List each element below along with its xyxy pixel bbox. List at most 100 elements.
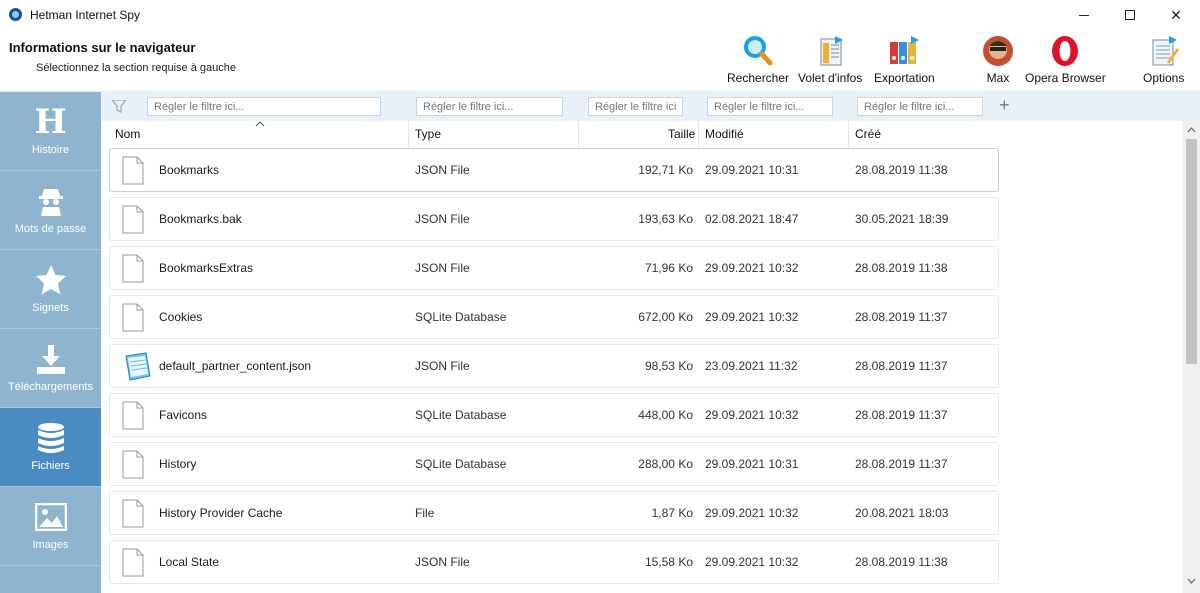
vertical-scrollbar[interactable] bbox=[1183, 121, 1200, 593]
filter-bar: + bbox=[101, 92, 1200, 121]
type-filter-input[interactable] bbox=[416, 97, 563, 116]
column-header: Nom Type Taille Modifié Créé bbox=[101, 121, 998, 147]
modified-filter-input[interactable] bbox=[707, 97, 833, 116]
table-row[interactable]: Bookmarks.bak JSON File 193,63 Ko 02.08.… bbox=[109, 197, 999, 241]
file-created: 28.08.2019 11:37 bbox=[855, 310, 948, 324]
table-row[interactable]: Cookies SQLite Database 672,00 Ko 29.09.… bbox=[109, 295, 999, 339]
column-type[interactable]: Type bbox=[415, 127, 441, 141]
sidebar-item-images[interactable]: Images bbox=[0, 487, 101, 566]
search-label: Rechercher bbox=[727, 71, 790, 85]
table-row[interactable]: History SQLite Database 288,00 Ko 29.09.… bbox=[109, 442, 999, 486]
file-type: JSON File bbox=[415, 163, 470, 177]
file-icon bbox=[122, 401, 144, 430]
column-divider[interactable] bbox=[408, 121, 409, 147]
file-icon bbox=[122, 303, 144, 332]
close-button[interactable]: ✕ bbox=[1153, 0, 1199, 30]
file-size: 192,71 Ko bbox=[638, 163, 693, 177]
page-subtitle: Sélectionnez la section requise à gauche bbox=[36, 62, 236, 74]
opera-browser-button[interactable]: Opera Browser bbox=[1025, 34, 1106, 90]
file-created: 20.08.2021 18:03 bbox=[855, 506, 949, 520]
title-bar: Hetman Internet Spy ✕ bbox=[0, 0, 1200, 30]
sidebar-item-passwords[interactable]: Mots de passe bbox=[0, 171, 101, 250]
notepad-icon bbox=[122, 352, 151, 381]
options-button[interactable]: Options bbox=[1143, 34, 1184, 90]
file-type: JSON File bbox=[415, 261, 470, 275]
table-row[interactable]: Bookmarks JSON File 192,71 Ko 29.09.2021… bbox=[109, 148, 999, 192]
file-size: 15,58 Ko bbox=[644, 555, 693, 569]
add-filter-button[interactable]: + bbox=[999, 95, 1010, 116]
sidebar-item-label: Mots de passe bbox=[14, 223, 87, 235]
column-divider[interactable] bbox=[698, 121, 699, 147]
minimize-button[interactable] bbox=[1061, 0, 1107, 30]
scroll-thumb[interactable] bbox=[1186, 139, 1197, 364]
sidebar-item-label: Images bbox=[32, 539, 69, 551]
maximize-button[interactable] bbox=[1107, 0, 1153, 30]
file-name: Local State bbox=[159, 555, 220, 569]
file-modified: 29.09.2021 10:32 bbox=[705, 555, 799, 569]
user-button[interactable]: Max bbox=[981, 34, 1015, 90]
column-name[interactable]: Nom bbox=[115, 127, 140, 141]
file-created: 28.08.2019 11:38 bbox=[855, 555, 948, 569]
file-modified: 29.09.2021 10:32 bbox=[705, 261, 799, 275]
file-icon bbox=[122, 205, 144, 234]
info-pane-icon bbox=[813, 34, 847, 68]
scroll-up-icon[interactable] bbox=[1187, 125, 1196, 135]
file-icon bbox=[122, 450, 144, 479]
file-modified: 29.09.2021 10:32 bbox=[705, 310, 799, 324]
history-h-icon: H bbox=[34, 102, 67, 142]
size-filter-input[interactable] bbox=[588, 97, 683, 116]
close-icon: ✕ bbox=[1170, 6, 1182, 23]
info-pane-button[interactable]: Volet d'infos bbox=[798, 34, 862, 90]
file-created: 28.08.2019 11:37 bbox=[855, 408, 948, 422]
table-row[interactable]: Local State JSON File 15,58 Ko 29.09.202… bbox=[109, 540, 999, 584]
options-icon bbox=[1147, 34, 1181, 68]
table-row[interactable]: BookmarksExtras JSON File 71,96 Ko 29.09… bbox=[109, 246, 999, 290]
table-row[interactable]: Favicons SQLite Database 448,00 Ko 29.09… bbox=[109, 393, 999, 437]
export-button[interactable]: Exportation bbox=[874, 34, 935, 90]
file-created: 28.08.2019 11:37 bbox=[855, 457, 948, 471]
file-modified: 23.09.2021 11:32 bbox=[705, 359, 798, 373]
file-icon bbox=[122, 254, 144, 283]
opera-browser-label: Opera Browser bbox=[1025, 71, 1106, 85]
database-icon bbox=[34, 422, 68, 454]
file-name: Cookies bbox=[159, 310, 203, 324]
column-created[interactable]: Créé bbox=[855, 127, 881, 141]
created-filter-input[interactable] bbox=[857, 97, 983, 116]
sidebar-item-files[interactable]: Fichiers bbox=[0, 408, 101, 487]
sidebar: H Histoire Mots de passe Signets Télécha… bbox=[0, 92, 101, 593]
sidebar-item-downloads[interactable]: Téléchargements bbox=[0, 329, 101, 408]
header: Informations sur le navigateur Sélection… bbox=[0, 30, 1200, 92]
column-size[interactable]: Taille bbox=[668, 127, 695, 141]
file-modified: 29.09.2021 10:31 bbox=[705, 163, 799, 177]
column-modified[interactable]: Modifié bbox=[705, 127, 744, 141]
file-icon bbox=[122, 156, 144, 185]
options-label: Options bbox=[1143, 71, 1185, 85]
search-icon bbox=[741, 34, 775, 68]
table-row[interactable]: default_partner_content.json JSON File 9… bbox=[109, 344, 999, 388]
file-size: 1,87 Ko bbox=[651, 506, 693, 520]
file-size: 71,96 Ko bbox=[644, 261, 693, 275]
file-size: 288,00 Ko bbox=[638, 457, 693, 471]
file-type: JSON File bbox=[415, 555, 470, 569]
download-icon bbox=[34, 343, 68, 375]
minimize-icon bbox=[1079, 14, 1089, 16]
spy-icon bbox=[34, 185, 68, 217]
column-divider[interactable] bbox=[578, 121, 579, 147]
table-row[interactable]: History Provider Cache File 1,87 Ko 29.0… bbox=[109, 491, 999, 535]
file-modified: 02.08.2021 18:47 bbox=[705, 212, 799, 226]
search-button[interactable]: Rechercher bbox=[727, 34, 789, 90]
user-label: Max bbox=[986, 71, 1010, 85]
star-icon bbox=[34, 264, 68, 296]
name-filter-input[interactable] bbox=[147, 97, 381, 116]
scroll-down-icon[interactable] bbox=[1187, 576, 1196, 586]
app-eye-icon bbox=[9, 8, 22, 21]
sidebar-item-history[interactable]: H Histoire bbox=[0, 92, 101, 171]
sidebar-item-bookmarks[interactable]: Signets bbox=[0, 250, 101, 329]
column-divider[interactable] bbox=[848, 121, 849, 147]
file-size: 193,63 Ko bbox=[638, 212, 693, 226]
file-name: Bookmarks.bak bbox=[159, 212, 242, 226]
window-title: Hetman Internet Spy bbox=[30, 8, 141, 22]
funnel-icon[interactable] bbox=[110, 99, 128, 113]
binders-icon bbox=[887, 34, 921, 68]
file-created: 28.08.2019 11:38 bbox=[855, 163, 948, 177]
